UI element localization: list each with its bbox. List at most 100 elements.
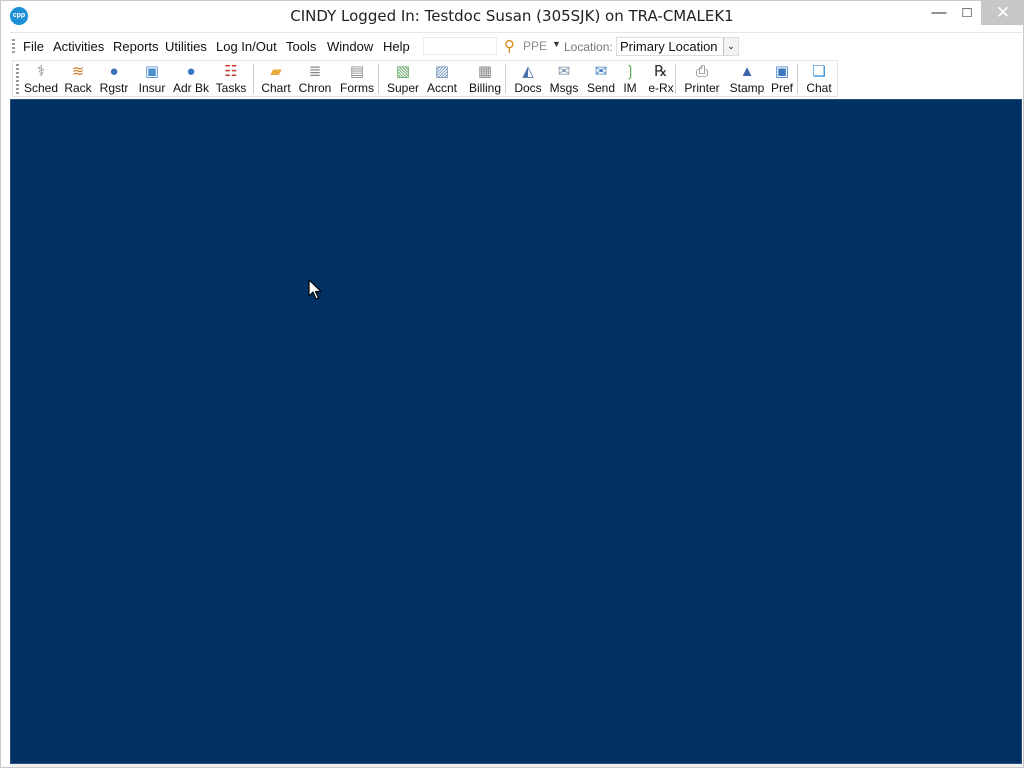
toolbar-separator [253, 64, 254, 94]
toolbar-button-label: Accnt [426, 81, 457, 95]
toolbar-chat-button[interactable]: ❏ Chat [804, 62, 834, 96]
menu-grip-handle[interactable] [12, 39, 15, 55]
toolbar-tasks-button[interactable]: ☷ Tasks [215, 62, 247, 96]
chevron-down-icon[interactable]: ⌄ [723, 38, 738, 55]
insurance-icon: ▣ [144, 63, 160, 80]
toolbar-stamp-button[interactable]: ▲ Stamp [729, 62, 765, 96]
toolbar-rack-button[interactable]: ≋ Rack [63, 62, 93, 96]
documents-icon: ◭ [522, 63, 534, 80]
chronology-icon: ≣ [308, 63, 322, 80]
instant-message-icon: ❳ [623, 63, 637, 80]
toolbar-button-label: Chart [261, 81, 291, 95]
stamp-icon: ▲ [739, 63, 755, 80]
toolbar-separator [505, 64, 506, 94]
toolbar-super-button[interactable]: ▧ Super [386, 62, 420, 96]
location-value: Primary Location [620, 39, 718, 54]
toolbar-button-label: Adr Bk [172, 81, 209, 95]
rack-icon: ≋ [71, 63, 85, 80]
address-book-icon: ● [186, 63, 196, 80]
status-strip [10, 764, 1022, 767]
minimize-button[interactable]: — [925, 1, 953, 25]
toolbar-insur-button[interactable]: ▣ Insur [137, 62, 167, 96]
toolbar-grip-handle[interactable] [16, 64, 19, 94]
title-bar[interactable]: cpp CINDY Logged In: Testdoc Susan (305S… [1, 1, 1023, 31]
register-icon: ● [109, 63, 119, 80]
toolbar-e-rx-button[interactable]: ℞ e-Rx [647, 62, 675, 96]
chart-folder-icon: ▰ [270, 63, 282, 80]
toolbar-button-label: Stamp [729, 81, 765, 95]
printer-icon: ⎙ [695, 63, 708, 80]
menu-utilities[interactable]: Utilities [165, 39, 207, 54]
search-icon: ⚲ [504, 38, 515, 55]
toolbar-chart-button[interactable]: ▰ Chart [260, 62, 292, 96]
chat-icon: ❏ [812, 63, 826, 80]
toolbar-separator [797, 64, 798, 94]
menu-tools[interactable]: Tools [286, 39, 316, 54]
location-label: Location: [564, 40, 613, 54]
send-icon: ✉ [594, 63, 608, 80]
ppe-label: PPE [523, 39, 548, 53]
menu-log-in-out[interactable]: Log In/Out [216, 39, 277, 54]
toolbar-button-label: Billing [468, 81, 501, 95]
close-button[interactable]: ✕ [981, 1, 1023, 25]
location-select[interactable]: Primary Location ⌄ [616, 37, 739, 56]
account-icon: ▨ [434, 63, 450, 80]
schedule-icon: ⚕ [36, 63, 46, 80]
superbill-icon: ▧ [395, 63, 411, 80]
maximize-icon: □ [962, 4, 972, 21]
window-title: CINDY Logged In: Testdoc Susan (305SJK) … [290, 7, 734, 25]
toolbar-chron-button[interactable]: ≣ Chron [297, 62, 333, 96]
toolbar-forms-button[interactable]: ▤ Forms [339, 62, 375, 96]
toolbar-button-label: Msgs [549, 81, 579, 95]
toolbar-printer-button[interactable]: ⎙ Printer [682, 62, 722, 96]
toolbar-adr-bk-button[interactable]: ● Adr Bk [172, 62, 210, 96]
toolbar-button-label: IM [623, 81, 637, 95]
toolbar-msgs-button[interactable]: ✉ Msgs [548, 62, 580, 96]
menu-bar: File Activities Reports Utilities Log In… [10, 32, 1022, 60]
menu-file[interactable]: File [23, 39, 44, 54]
toolbar-button-label: Rgstr [99, 81, 129, 95]
toolbar-sched-button[interactable]: ⚕ Sched [24, 62, 58, 96]
minimize-icon: — [931, 4, 947, 21]
toolbar-button-label: Sched [24, 81, 59, 95]
toolbar-button-label: Chat [806, 81, 832, 95]
toolbar-separator [675, 64, 676, 94]
tasks-icon: ☷ [224, 63, 238, 80]
app-window: cpp CINDY Logged In: Testdoc Susan (305S… [0, 0, 1024, 768]
toolbar-button-label: Insur [138, 81, 166, 95]
billing-icon: ▦ [477, 63, 493, 80]
main-toolbar: ⚕ Sched ≋ Rack ● Rgstr ▣ Insur ● Adr Bk ☷ Tasks ▰ Cha… [12, 60, 838, 97]
toolbar-button-label: Send [586, 81, 616, 95]
toolbar-button-label: e-Rx [648, 81, 674, 95]
toolbar-separator [378, 64, 379, 94]
toolbar-rgstr-button[interactable]: ● Rgstr [97, 62, 131, 96]
menu-reports[interactable]: Reports [113, 39, 159, 54]
toolbar-button-label: Chron [298, 81, 332, 95]
toolbar-im-button[interactable]: ❳ IM [622, 62, 638, 96]
chevron-down-icon[interactable]: ▼ [552, 39, 561, 49]
toolbar-button-label: Forms [340, 81, 374, 95]
quick-search-input[interactable] [423, 37, 497, 55]
preferences-icon: ▣ [774, 63, 790, 80]
toolbar-button-label: Printer [684, 81, 720, 95]
toolbar-docs-button[interactable]: ◭ Docs [513, 62, 543, 96]
messages-icon: ✉ [557, 63, 571, 80]
menu-window[interactable]: Window [327, 39, 373, 54]
toolbar-button-label: Rack [64, 81, 92, 95]
erx-icon: ℞ [654, 63, 668, 80]
toolbar-button-label: Pref [770, 81, 793, 95]
toolbar-send-button[interactable]: ✉ Send [585, 62, 617, 96]
maximize-button[interactable]: □ [953, 1, 981, 25]
toolbar-button-label: Docs [514, 81, 542, 95]
toolbar-accnt-button[interactable]: ▨ Accnt [426, 62, 458, 96]
close-icon: ✕ [995, 3, 1011, 22]
toolbar-button-label: Tasks [215, 81, 247, 95]
toolbar-button-label: Super [386, 81, 420, 95]
toolbar-billing-button[interactable]: ▦ Billing [465, 62, 505, 96]
menu-help[interactable]: Help [383, 39, 410, 54]
forms-icon: ▤ [349, 63, 365, 80]
menu-activities[interactable]: Activities [53, 39, 104, 54]
mdi-workspace[interactable] [10, 99, 1022, 764]
toolbar-pref-button[interactable]: ▣ Pref [770, 62, 794, 96]
mouse-cursor-icon [308, 279, 322, 300]
